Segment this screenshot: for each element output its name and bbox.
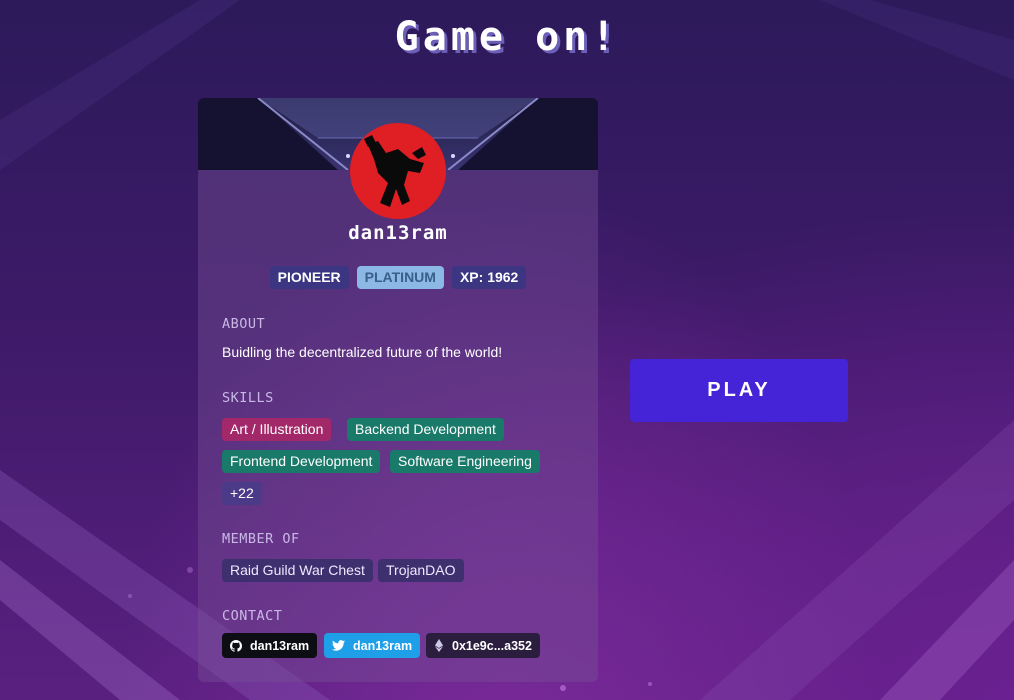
tier-badge: PLATINUM (356, 266, 444, 289)
about-text: Buidling the decentralized future of the… (222, 344, 503, 360)
eth-address: 0x1e9c...a352 (452, 638, 532, 653)
github-handle: dan13ram (250, 638, 310, 653)
pioneer-badge: PIONEER (269, 266, 349, 289)
skill-tag: Software Engineering (390, 450, 540, 473)
badge-row: PIONEER PLATINUM XP: 1962 (198, 266, 598, 289)
profile-card: dan13ram PIONEER PLATINUM XP: 1962 ABOUT… (198, 98, 598, 682)
member-of-label: MEMBER OF (222, 531, 300, 547)
twitter-handle: dan13ram (353, 638, 413, 653)
username: dan13ram (348, 222, 448, 244)
skill-tag: Art / Illustration (222, 418, 332, 441)
guild-tag[interactable]: TrojanDAO (378, 559, 464, 582)
skill-tag: Frontend Development (222, 450, 381, 473)
github-icon (230, 639, 242, 652)
play-button[interactable]: PLAY (630, 359, 848, 422)
xp-badge: XP: 1962 (451, 266, 527, 289)
skill-tag: Backend Development (347, 418, 504, 441)
skills-label: SKILLS (222, 390, 274, 406)
guild-tag[interactable]: Raid Guild War Chest (222, 559, 373, 582)
page-title: Game on! (394, 14, 620, 60)
more-skills-tag[interactable]: +22 (222, 482, 262, 505)
twitter-icon (332, 640, 345, 651)
avatar-figure-icon (364, 135, 426, 207)
twitter-contact-button[interactable]: dan13ram (324, 633, 421, 658)
contact-label: CONTACT (222, 608, 283, 624)
about-label: ABOUT (222, 316, 266, 332)
ethereum-icon (434, 639, 444, 652)
eth-address-button[interactable]: 0x1e9c...a352 (426, 633, 540, 658)
github-contact-button[interactable]: dan13ram (222, 633, 318, 658)
avatar (350, 123, 446, 219)
